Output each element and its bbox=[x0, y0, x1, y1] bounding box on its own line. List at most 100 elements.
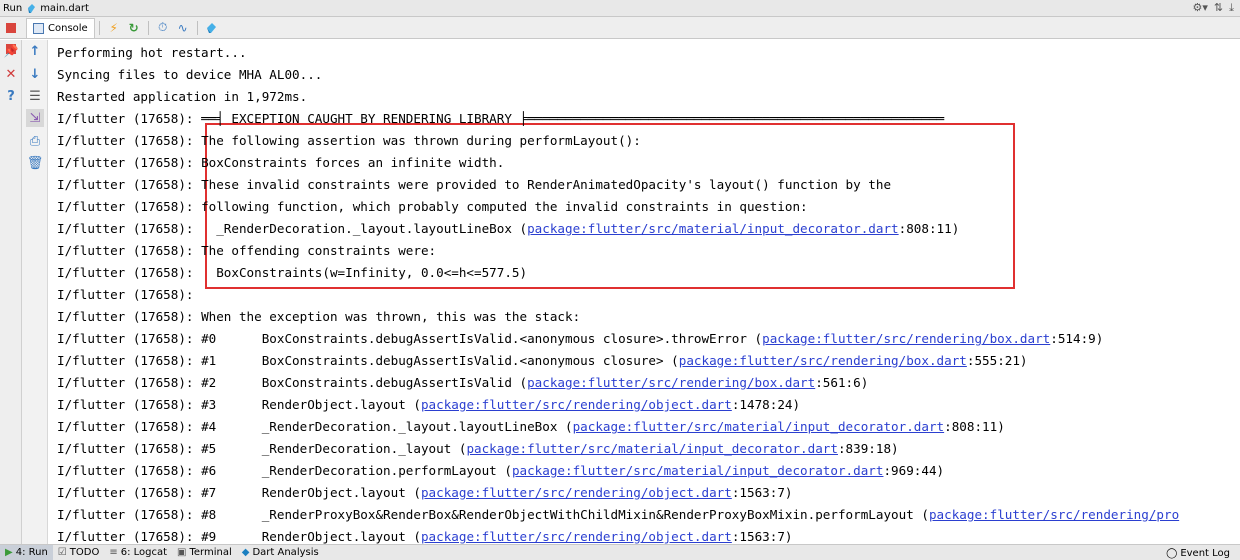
source-file-link[interactable]: package:flutter/src/material/input_decor… bbox=[512, 463, 884, 478]
log-message: #1 BoxConstraints.debugAssertIsValid.<an… bbox=[201, 353, 679, 368]
log-message: BoxConstraints(w=Infinity, 0.0<=h<=577.5… bbox=[201, 265, 528, 280]
source-file-link[interactable]: package:flutter/src/rendering/box.dart bbox=[527, 375, 815, 390]
split-icon[interactable]: ⇅ bbox=[1214, 1, 1223, 15]
source-location: :555:21) bbox=[966, 353, 1028, 368]
log-prefix: I/flutter (17658): bbox=[57, 265, 202, 280]
log-message: #8 _RenderProxyBox&RenderBox&RenderObjec… bbox=[201, 507, 929, 522]
help-button[interactable]: ? bbox=[2, 87, 20, 105]
log-message: BoxConstraints forces an infinite width. bbox=[201, 155, 505, 170]
tool-window-4-run[interactable]: ▶ 4: Run bbox=[0, 544, 53, 560]
log-message: ══╡ EXCEPTION CAUGHT BY RENDERING LIBRAR… bbox=[201, 111, 945, 126]
console-icon bbox=[33, 22, 44, 34]
source-file-link[interactable]: package:flutter/src/rendering/object.dar… bbox=[421, 529, 732, 544]
console-line: I/flutter (17658): #2 BoxConstraints.deb… bbox=[57, 372, 868, 394]
dart-devtools-button[interactable] bbox=[202, 18, 222, 38]
scroll-down-button[interactable]: ↓ bbox=[26, 65, 44, 83]
source-file-link[interactable]: package:flutter/src/material/input_decor… bbox=[466, 441, 838, 456]
log-prefix: I/flutter (17658): bbox=[57, 375, 202, 390]
log-message: #9 RenderObject.layout ( bbox=[201, 529, 421, 544]
tool-window-6-logcat[interactable]: ≡ 6: Logcat bbox=[104, 545, 172, 560]
log-message: The offending constraints were: bbox=[201, 243, 437, 258]
log-prefix: I/flutter (17658): bbox=[57, 353, 202, 368]
todo-icon: ☑ bbox=[57, 547, 67, 558]
stop-icon bbox=[6, 22, 16, 33]
console-line: I/flutter (17658): #3 RenderObject.layou… bbox=[57, 394, 800, 416]
hot-reload-button[interactable]: ⚡ bbox=[104, 18, 124, 38]
source-location: :808:11) bbox=[944, 419, 1005, 434]
source-file-link[interactable]: package:flutter/src/rendering/pro bbox=[929, 507, 1179, 522]
console-output[interactable]: Performing hot restart... Syncing files t… bbox=[48, 40, 1240, 544]
console-line: I/flutter (17658): #0 BoxConstraints.deb… bbox=[57, 328, 1103, 350]
scroll-end-icon: ⇲ bbox=[29, 110, 41, 126]
source-location: :1563:7) bbox=[731, 485, 793, 500]
stop-button[interactable] bbox=[0, 17, 22, 39]
timer-button[interactable]: ⏱ bbox=[153, 18, 173, 38]
print-icon: ⎙ bbox=[29, 133, 41, 149]
minimize-icon[interactable]: ⤓ bbox=[1229, 1, 1234, 15]
log-message: _RenderDecoration._layout.layoutLineBox … bbox=[201, 221, 528, 236]
scroll-up-button[interactable]: ↑ bbox=[26, 42, 44, 60]
event-log-icon: ◯ bbox=[1166, 547, 1178, 559]
console-line: Performing hot restart... bbox=[57, 42, 247, 64]
source-location: :1563:7) bbox=[731, 529, 793, 544]
tool-window-dart-analysis[interactable]: ◆ Dart Analysis bbox=[237, 545, 324, 560]
trash-icon: 🗑 bbox=[26, 155, 44, 171]
close-button[interactable]: ✕ bbox=[2, 65, 20, 83]
tool-window-title-bar: Run main.dart ⚙▾ ⇅ ⤓ bbox=[0, 0, 1240, 17]
help-icon: ? bbox=[7, 88, 15, 104]
hot-restart-icon: ↻ bbox=[128, 20, 139, 35]
performance-button[interactable]: ∿ bbox=[173, 18, 193, 38]
clear-all-button[interactable]: 🗑 bbox=[26, 154, 44, 172]
dart-devtools-icon bbox=[207, 22, 217, 33]
tool-window-label: 6: Logcat bbox=[120, 547, 168, 558]
soft-wrap-icon: ☰ bbox=[29, 88, 41, 104]
log-message: #2 BoxConstraints.debugAssertIsValid ( bbox=[201, 375, 528, 390]
source-file-link[interactable]: package:flutter/src/rendering/box.dart bbox=[762, 331, 1050, 346]
log-prefix: I/flutter (17658): bbox=[57, 309, 202, 324]
tab-console[interactable]: Console bbox=[26, 17, 95, 38]
console-line: I/flutter (17658): #7 RenderObject.layou… bbox=[57, 482, 793, 504]
log-prefix: I/flutter (17658): bbox=[57, 529, 202, 544]
console-line: I/flutter (17658): These invalid constra… bbox=[57, 174, 891, 196]
source-file-link[interactable]: package:flutter/src/rendering/object.dar… bbox=[421, 485, 732, 500]
source-location: :514:9) bbox=[1050, 331, 1104, 346]
log-message: #6 _RenderDecoration.performLayout ( bbox=[201, 463, 512, 478]
log-prefix: I/flutter (17658): bbox=[57, 177, 202, 192]
hot-restart-button[interactable]: ↻ bbox=[124, 18, 144, 38]
log-message: #5 _RenderDecoration._layout ( bbox=[201, 441, 467, 456]
down-arrow-icon: ↓ bbox=[29, 66, 41, 82]
scroll-to-end-button[interactable]: ⇲ bbox=[26, 109, 44, 127]
print-button[interactable]: ⎙ bbox=[26, 132, 44, 150]
console-line: I/flutter (17658): BoxConstraints forces… bbox=[57, 152, 504, 174]
close-icon: ✕ bbox=[5, 66, 17, 82]
gear-icon[interactable]: ⚙▾ bbox=[1193, 1, 1208, 15]
console-line: I/flutter (17658): #9 RenderObject.layou… bbox=[57, 526, 793, 544]
source-file-link[interactable]: package:flutter/src/material/input_decor… bbox=[573, 419, 945, 434]
flash-icon: ⚡ bbox=[109, 20, 118, 35]
log-prefix: I/flutter (17658): bbox=[57, 441, 202, 456]
console-line: I/flutter (17658): BoxConstraints(w=Infi… bbox=[57, 262, 527, 284]
tool-window-todo[interactable]: ☑ TODO bbox=[53, 545, 105, 560]
log-message: #3 RenderObject.layout ( bbox=[201, 397, 421, 412]
log-message: following function, which probably compu… bbox=[201, 199, 808, 214]
console-line: I/flutter (17658): ══╡ EXCEPTION CAUGHT … bbox=[57, 108, 944, 130]
tool-window-terminal[interactable]: ▣ Terminal bbox=[172, 545, 237, 560]
tool-window-label: Terminal bbox=[189, 547, 232, 558]
console-action-gutter: ↑ ↓ ☰ ⇲ ⎙ 🗑 bbox=[22, 40, 48, 544]
source-file-link[interactable]: package:flutter/src/rendering/box.dart bbox=[679, 353, 967, 368]
logcat-icon: ≡ bbox=[109, 547, 118, 558]
run-config-name[interactable]: main.dart bbox=[40, 3, 89, 14]
console-line: I/flutter (17658): #6 _RenderDecoration.… bbox=[57, 460, 944, 482]
performance-icon: ∿ bbox=[177, 20, 188, 35]
log-prefix: I/flutter (17658): bbox=[57, 331, 202, 346]
pin-button[interactable]: 📌 bbox=[2, 42, 20, 60]
run-toolbar: Console ⚡ ↻ ⏱ ∿ bbox=[0, 17, 1240, 39]
terminal-icon: ▣ bbox=[177, 547, 187, 558]
pin-icon: 📌 bbox=[3, 44, 19, 58]
console-line: I/flutter (17658): The following asserti… bbox=[57, 130, 641, 152]
soft-wrap-button[interactable]: ☰ bbox=[26, 87, 44, 105]
source-location: :839:18) bbox=[837, 441, 899, 456]
source-file-link[interactable]: package:flutter/src/rendering/object.dar… bbox=[421, 397, 732, 412]
event-log-button[interactable]: ◯ Event Log bbox=[1166, 545, 1230, 560]
source-file-link[interactable]: package:flutter/src/material/input_decor… bbox=[527, 221, 899, 236]
